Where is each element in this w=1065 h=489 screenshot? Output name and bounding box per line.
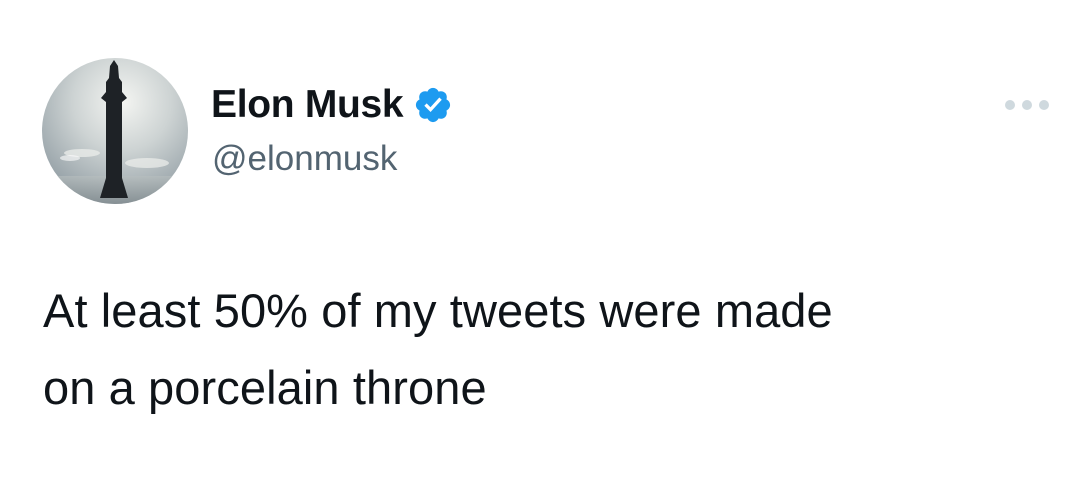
avatar[interactable]	[42, 58, 188, 204]
more-options-button[interactable]	[1000, 92, 1054, 118]
verified-badge-icon	[413, 85, 453, 125]
starship-rocket-avatar-icon	[42, 58, 188, 204]
tweet-text: At least 50% of my tweets were made on a…	[43, 284, 833, 414]
tweet-card: Elon Musk @elonmusk At least 50% of my t…	[0, 0, 1065, 489]
author-display-name[interactable]: Elon Musk	[211, 82, 404, 128]
author-name-row: Elon Musk	[211, 82, 453, 128]
more-options-icon	[1005, 100, 1049, 110]
author-handle[interactable]: @elonmusk	[212, 138, 397, 180]
